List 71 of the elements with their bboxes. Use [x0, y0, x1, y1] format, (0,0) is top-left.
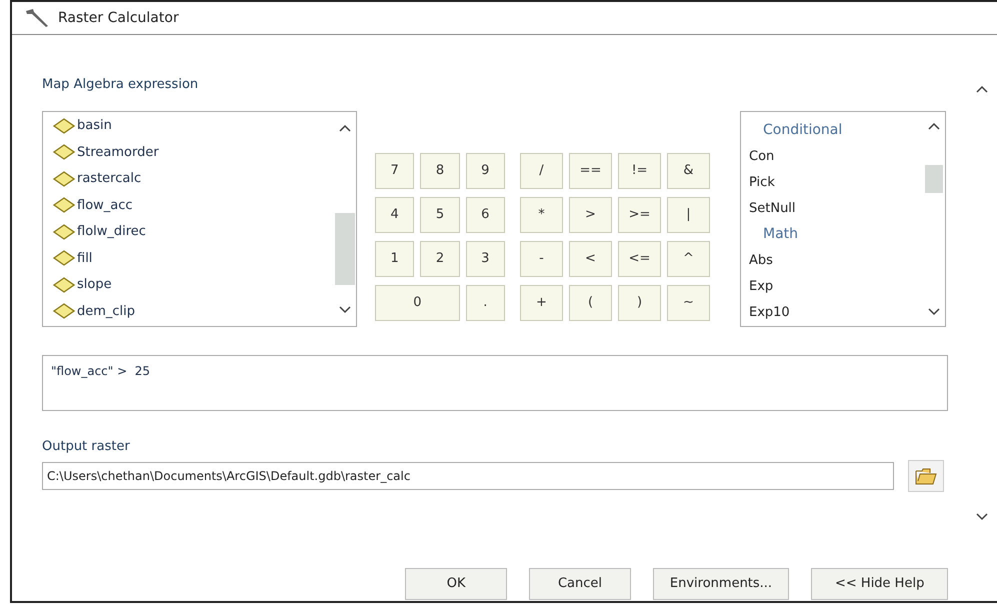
- calculator-key[interactable]: .: [466, 284, 505, 320]
- calculator-key[interactable]: 0: [375, 284, 460, 320]
- calculator-key[interactable]: |: [667, 196, 710, 232]
- calculator-key[interactable]: 5: [420, 196, 460, 232]
- scroll-up-icon[interactable]: [339, 124, 351, 132]
- function-item[interactable]: Pick: [749, 170, 923, 196]
- dialog-button[interactable]: Environments...: [652, 568, 790, 600]
- category-heading: Math: [762, 225, 800, 244]
- scroll-up-icon[interactable]: [928, 122, 940, 130]
- raster-layer-icon: [53, 303, 75, 320]
- dialog-button[interactable]: OK: [405, 568, 508, 600]
- dialog-button[interactable]: Cancel: [529, 568, 631, 600]
- function-item[interactable]: Exp: [749, 274, 923, 300]
- scroll-up-icon[interactable]: [976, 85, 988, 93]
- scrollbar-thumb[interactable]: [925, 164, 943, 192]
- raster-layer-icon: [53, 118, 75, 134]
- layer-item[interactable]: flolw_direc: [53, 218, 334, 245]
- calculator-key[interactable]: ~: [667, 284, 710, 320]
- calculator-key[interactable]: ): [618, 284, 661, 320]
- scrollbar-thumb[interactable]: [335, 212, 355, 284]
- function-item[interactable]: Exp10: [749, 300, 923, 326]
- calculator-key[interactable]: *: [520, 196, 563, 232]
- calculator-key[interactable]: /: [520, 152, 563, 188]
- layer-item[interactable]: flow_acc: [53, 192, 334, 218]
- function-item[interactable]: SetNull: [749, 196, 923, 222]
- raster-layer-icon: [53, 197, 75, 214]
- section-label: Output raster: [42, 438, 131, 456]
- folder-icon: [915, 467, 937, 485]
- raster-layer-icon: [53, 276, 75, 293]
- calculator-key[interactable]: >: [569, 196, 612, 232]
- raster-layer-icon: [53, 144, 75, 160]
- scroll-down-icon[interactable]: [928, 308, 940, 316]
- layer-item[interactable]: Streamorder: [53, 139, 334, 166]
- calculator-key[interactable]: 1: [375, 240, 414, 276]
- hammer-icon: [24, 8, 50, 28]
- dialog-button[interactable]: << Hide Help: [811, 568, 948, 600]
- calculator-key[interactable]: ==: [569, 152, 612, 188]
- layer-item[interactable]: basin: [53, 112, 334, 139]
- scroll-down-icon[interactable]: [976, 513, 988, 521]
- calculator-key[interactable]: (: [569, 284, 612, 320]
- scroll-down-icon[interactable]: [339, 306, 351, 314]
- layer-item[interactable]: fill: [53, 245, 334, 272]
- window-title: Raster Calculator: [58, 8, 179, 28]
- calculator-key[interactable]: &: [667, 152, 710, 188]
- calculator-key[interactable]: 3: [466, 240, 505, 276]
- function-item[interactable]: Con: [749, 144, 923, 170]
- layer-item[interactable]: rastercalc: [53, 166, 334, 192]
- function-item[interactable]: Abs: [749, 248, 923, 274]
- calculator-key[interactable]: <: [569, 240, 612, 276]
- layer-item[interactable]: dem_clip: [53, 298, 334, 324]
- browse-button[interactable]: [908, 460, 944, 492]
- calculator-key[interactable]: +: [520, 284, 563, 320]
- calculator-key[interactable]: -: [520, 240, 563, 276]
- calculator-key[interactable]: <=: [618, 240, 661, 276]
- raster-layer-icon: [53, 224, 75, 240]
- calculator-key[interactable]: 2: [420, 240, 460, 276]
- raster-layer-icon: [53, 170, 75, 187]
- category-heading: Conditional: [762, 121, 844, 140]
- calculator-key[interactable]: 4: [375, 196, 414, 232]
- output-field[interactable]: C:\Users\chethan\Documents\ArcGIS\Default.gdb\raster_calc: [42, 462, 894, 490]
- raster-layer-icon: [53, 250, 75, 266]
- calculator-key[interactable]: 8: [420, 152, 460, 188]
- expression-field[interactable]: "flow_acc" > 25: [42, 354, 948, 410]
- section-label: Map Algebra expression: [42, 76, 200, 94]
- calculator-key[interactable]: 6: [466, 196, 505, 232]
- calculator-key[interactable]: 9: [466, 152, 505, 188]
- calculator-key[interactable]: ^: [667, 240, 710, 276]
- layer-item[interactable]: slope: [53, 272, 334, 298]
- calculator-key[interactable]: >=: [618, 196, 661, 232]
- calculator-key[interactable]: !=: [618, 152, 661, 188]
- calculator-key[interactable]: 7: [375, 152, 414, 188]
